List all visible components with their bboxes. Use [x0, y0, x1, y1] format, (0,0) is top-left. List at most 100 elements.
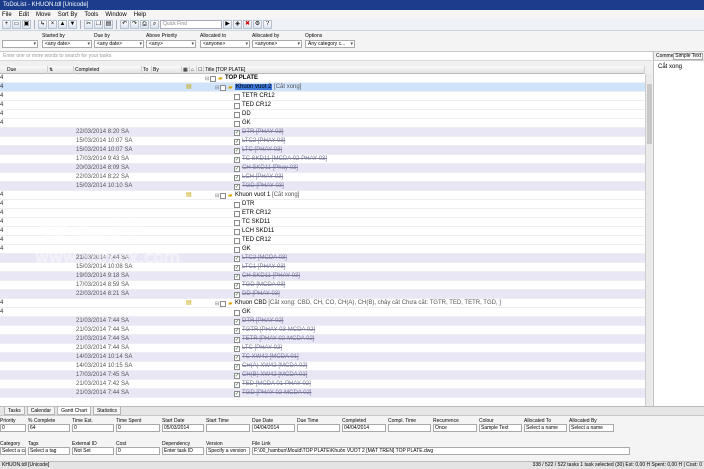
done-checkbox[interactable]: [234, 111, 240, 118]
title-cell[interactable]: GK: [205, 119, 645, 128]
title-cell[interactable]: ✓ CH(B) XW42 [MCDA 01]: [205, 371, 645, 380]
done-checkbox[interactable]: [220, 84, 226, 91]
title-cell[interactable]: TETR CR12: [205, 92, 645, 101]
done-checkbox[interactable]: [234, 201, 240, 208]
done-checkbox[interactable]: [234, 309, 240, 316]
move-up-icon[interactable]: ▲: [58, 20, 67, 29]
filter-select[interactable]: <any date>: [42, 40, 92, 48]
find-icon[interactable]: ⌕: [150, 20, 159, 29]
done-checkbox[interactable]: ✓: [234, 318, 240, 325]
title-cell[interactable]: ✓ CH(A) XW42 [MCDA 02]: [205, 362, 645, 371]
open-icon[interactable]: ▭: [12, 20, 21, 29]
title-cell[interactable]: ✓ LTC2 [PHAY 03]: [205, 137, 645, 146]
table-row[interactable]: 17/03/2014 8:59 SA ✓ TGD [MCDA 03]: [0, 281, 645, 290]
table-row[interactable]: 14/03/2014 10:14 SA ✓ TC XW42 [MCDA 01]: [0, 353, 645, 362]
title-cell[interactable]: ⊟ ▰ Khuon vuot 2 [Cắt xong]: [205, 83, 645, 92]
title-cell[interactable]: GK: [205, 308, 645, 317]
title-cell[interactable]: ✓ LCH [PHAY 03]: [205, 173, 645, 182]
column-header-due[interactable]: Due: [6, 66, 48, 74]
done-checkbox[interactable]: [220, 300, 226, 307]
table-row[interactable]: 15/03/2014 10:10 SA ✓ TGD [PHAY 03]: [0, 182, 645, 191]
detail-value-input[interactable]: 04/04/2014: [342, 424, 386, 432]
column-header-done-check[interactable]: ☐: [197, 66, 204, 74]
column-header-completed[interactable]: Completed: [74, 66, 142, 74]
menu-item-help[interactable]: Help: [134, 12, 146, 18]
done-checkbox[interactable]: ✓: [234, 273, 240, 280]
detail-value-input[interactable]: 0: [116, 447, 160, 455]
title-cell[interactable]: TC SKD11: [205, 218, 645, 227]
menu-item-tools[interactable]: Tools: [84, 12, 98, 18]
title-cell[interactable]: ✓ LTC2 [MCDA 03]: [205, 254, 645, 263]
done-checkbox[interactable]: ✓: [234, 156, 240, 163]
done-checkbox[interactable]: ✓: [234, 264, 240, 271]
title-cell[interactable]: DTR: [205, 200, 645, 209]
title-cell[interactable]: ✓ DD [PHAY 03]: [205, 290, 645, 299]
title-cell[interactable]: GK: [205, 245, 645, 254]
options-icon[interactable]: ⚙: [253, 20, 262, 29]
column-header-priority-icon[interactable]: ⇅: [48, 66, 74, 74]
done-checkbox[interactable]: ✓: [234, 336, 240, 343]
table-row[interactable]: 4 GK: [0, 119, 645, 128]
detail-value-input[interactable]: 0: [0, 424, 26, 432]
done-checkbox[interactable]: ✓: [234, 390, 240, 397]
scrollbar-thumb[interactable]: [647, 84, 652, 144]
delete-task-icon[interactable]: ×: [48, 20, 57, 29]
move-down-icon[interactable]: ▼: [68, 20, 77, 29]
detail-value-input[interactable]: Specify a version: [206, 447, 250, 455]
title-cell[interactable]: ⊟ ▰ TOP PLATE: [205, 74, 645, 83]
column-header-title[interactable]: Title [TOP PLATE]: [204, 66, 645, 74]
title-cell[interactable]: ✓ LTC1 [PHAY 03]: [205, 263, 645, 272]
detail-value-input[interactable]: Select a name: [524, 424, 567, 432]
detail-value-input[interactable]: Not Set: [72, 447, 114, 455]
done-checkbox[interactable]: [234, 93, 240, 100]
detail-value-input[interactable]: 0: [116, 424, 160, 432]
title-cell[interactable]: ✓ TGTR [PHAY 03-MCDA 02]: [205, 326, 645, 335]
detail-value-input[interactable]: Select a category: [0, 447, 26, 455]
tab-tasks[interactable]: Tasks: [4, 407, 25, 415]
detail-value-input[interactable]: 64: [28, 424, 70, 432]
column-header-to[interactable]: To: [142, 66, 152, 74]
table-row[interactable]: 21/03/2014 7:44 SA ✓ LTC2 [MCDA 03]: [0, 254, 645, 263]
new-subtask-icon[interactable]: ↳: [38, 20, 47, 29]
done-checkbox[interactable]: [234, 237, 240, 244]
show-filter-select[interactable]: [2, 40, 38, 48]
done-checkbox[interactable]: ✓: [234, 129, 240, 136]
new-task-icon[interactable]: +: [2, 20, 11, 29]
table-row[interactable]: 4 DD: [0, 110, 645, 119]
menu-item-window[interactable]: Window: [105, 12, 126, 18]
title-cell[interactable]: ✓ TGD [MCDA 03]: [205, 281, 645, 290]
redo-icon[interactable]: ↷: [130, 20, 139, 29]
done-checkbox[interactable]: ✓: [234, 255, 240, 262]
column-header-lock-icon[interactable]: ⌂: [190, 66, 197, 74]
title-cell[interactable]: ✓ LTC [PHAY 02]: [205, 344, 645, 353]
filter-icon[interactable]: ◈: [233, 20, 242, 29]
title-cell[interactable]: ETR CR12: [205, 209, 645, 218]
done-checkbox[interactable]: ✓: [234, 327, 240, 334]
task-grid-scrollbar[interactable]: [645, 74, 652, 406]
attachment-icon[interactable]: ▤: [186, 191, 192, 200]
table-row[interactable]: 17/03/2014 7:45 SA ✓ CH(B) XW42 [MCDA 01]: [0, 371, 645, 380]
copy-icon[interactable]: ❐: [94, 20, 103, 29]
menu-item-move[interactable]: Move: [36, 12, 51, 18]
table-row[interactable]: 22/03/2014 8:20 SA ✓ DTR [PHAY 03]: [0, 128, 645, 137]
detail-value-input[interactable]: Enter task ID: [162, 447, 204, 455]
done-checkbox[interactable]: ✓: [234, 291, 240, 298]
table-row[interactable]: 20/03/2014 8:09 SA ✓ CH SKD11 [Phay 03]: [0, 164, 645, 173]
table-row[interactable]: 22/03/2014 8:22 SA ✓ LCH [PHAY 03]: [0, 173, 645, 182]
table-row[interactable]: 15/03/2014 10:07 SA ✓ LTC2 [PHAY 03]: [0, 137, 645, 146]
filter-select[interactable]: <any date>: [94, 40, 144, 48]
done-checkbox[interactable]: ✓: [234, 138, 240, 145]
tab-gantt-chart[interactable]: Gantt Chart: [57, 407, 91, 415]
done-checkbox[interactable]: ✓: [234, 282, 240, 289]
filter-select[interactable]: <any>: [146, 40, 196, 48]
detail-value-input[interactable]: [388, 424, 431, 432]
column-header-by[interactable]: By: [152, 66, 182, 74]
title-cell[interactable]: ⊟ ▰ Khuon vuot 1 [Cắt xong]: [205, 191, 645, 200]
menu-item-edit[interactable]: Edit: [19, 12, 29, 18]
table-row[interactable]: 21/03/2014 7:44 SA ✓ TETR [PHAY 02-MCDA 02…: [0, 335, 645, 344]
table-row[interactable]: 19/03/2014 9:18 SA ✓ CH SKD11 [PHAY 03]: [0, 272, 645, 281]
filter-select[interactable]: <anyone>: [252, 40, 302, 48]
table-row[interactable]: 14/03/2014 10:15 SA ✓ CH(A) XW42 [MCDA 02]: [0, 362, 645, 371]
table-row[interactable]: 4 ▤ ⊟ ▰ Khuon CBD [Cắt xong: CBD, CH, CO, CH…: [0, 299, 645, 308]
title-cell[interactable]: ✓ TC SKD11 [MCDA 02-PHAY 03]: [205, 155, 645, 164]
